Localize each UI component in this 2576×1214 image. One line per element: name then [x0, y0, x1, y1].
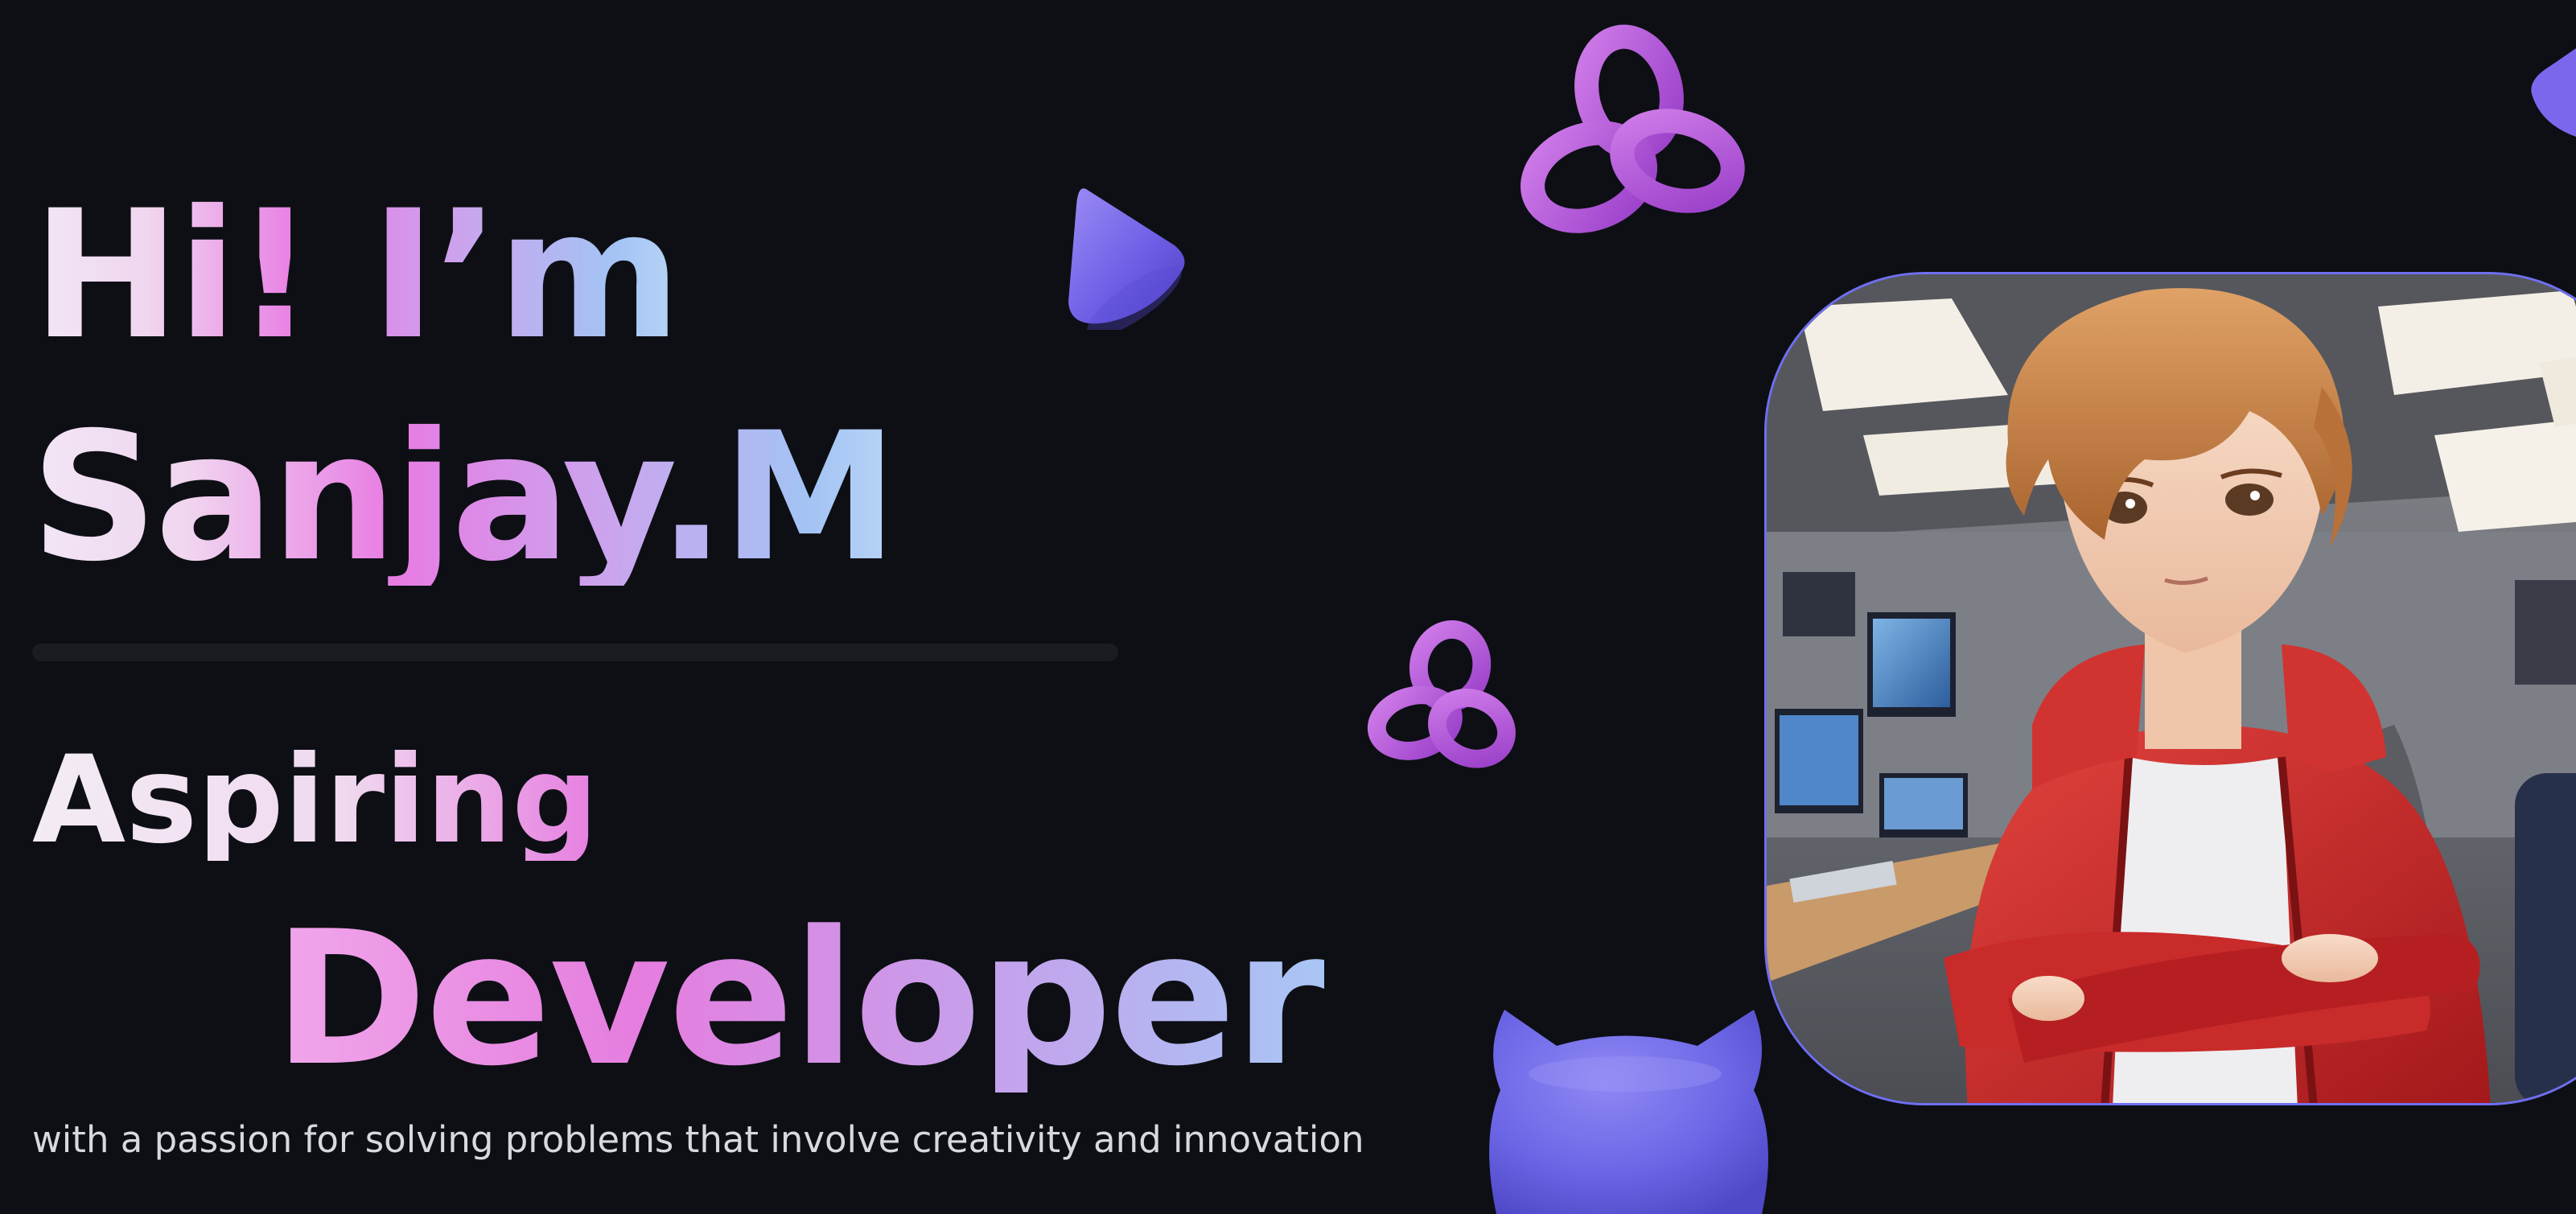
role-heading-line-2: Developer	[274, 892, 1326, 1107]
hero-section: Hi! I’m Sanjay.M Aspiring Developer with…	[0, 0, 2576, 1214]
profile-portrait	[1764, 272, 2576, 1105]
cone-icon	[1068, 188, 1185, 330]
trefoil-knot-icon	[1367, 620, 1516, 768]
cat-head-icon	[1489, 1010, 1768, 1214]
portrait-illustration-icon	[1767, 274, 2576, 1103]
name-heading: Sanjay.M	[31, 394, 898, 600]
greeting-heading: Hi! I’m	[32, 172, 681, 378]
trefoil-knot-icon	[1520, 24, 1745, 233]
role-heading-line-1: Aspiring	[32, 730, 599, 870]
cone-icon	[2531, 48, 2576, 137]
divider	[32, 644, 1118, 661]
tagline: with a passion for solving problems that…	[32, 1118, 1364, 1161]
